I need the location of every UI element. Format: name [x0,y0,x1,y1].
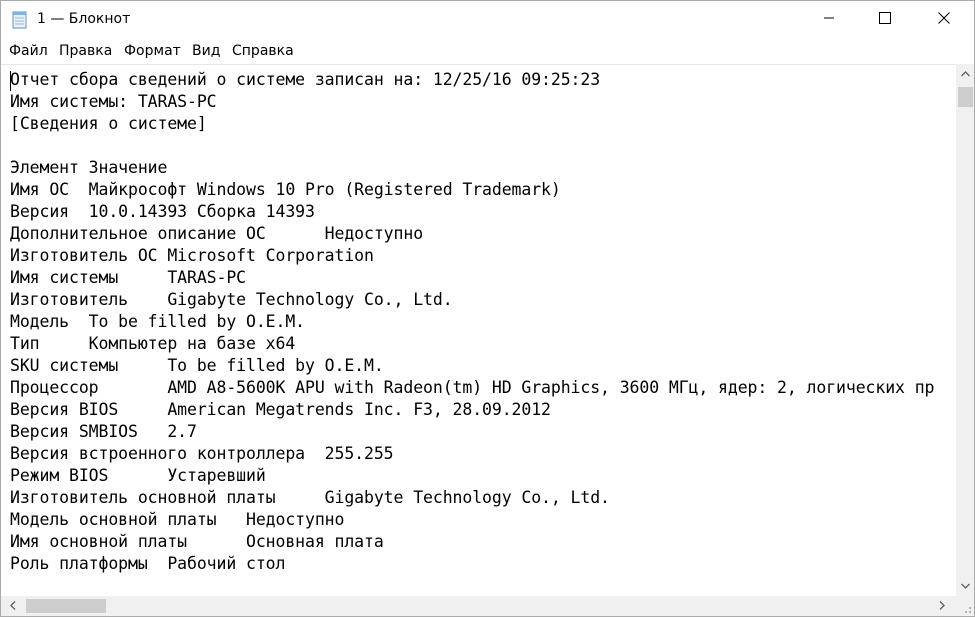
horizontal-scroll-thumb[interactable] [26,599,106,613]
notepad-window: 1 — Блокнот Файл Правка Формат Вид Справ… [0,0,975,617]
text-line: Изготовитель основной платы Gigabyte Tec… [10,488,610,507]
title-bar[interactable]: 1 — Блокнот [1,1,974,39]
text-line: Изготовитель ОС Microsoft Corporation [10,246,374,265]
resize-grip[interactable] [956,596,974,616]
scroll-down-arrow-icon [960,576,970,594]
horizontal-scrollbar[interactable] [1,596,956,616]
notepad-icon[interactable] [10,10,30,30]
text-line: Имя системы TARAS-PC [10,268,247,287]
menu-bar: Файл Правка Формат Вид Справка [1,39,974,63]
resize-grip-icon [965,607,971,613]
close-button[interactable] [921,1,967,39]
text-line: Имя системы: TARAS-PC [10,92,217,111]
text-line: [Сведения о системе] [10,114,207,133]
maximize-icon [879,11,891,29]
scroll-left-arrow-icon [9,597,16,615]
text-line: SKU системы To be filled by O.E.M. [10,356,384,375]
scroll-down-button[interactable] [956,576,974,593]
menu-item-help[interactable]: Справка [232,43,294,59]
text-line: Режим BIOS Устаревший [10,466,266,485]
text-line: Тип Компьютер на базе x64 [10,334,296,353]
scroll-right-arrow-icon [939,597,945,615]
text-line: Процессор AMD A8-5600K APU with Radeon(t… [10,378,935,397]
vertical-scroll-thumb[interactable] [958,87,973,107]
menu-item-format[interactable]: Формат [124,43,181,59]
window-title: 1 — Блокнот [37,11,131,27]
vertical-scrollbar[interactable] [956,64,974,596]
menu-item-edit[interactable]: Правка [59,43,112,59]
text-line: Изготовитель Gigabyte Technology Co., Lt… [10,290,453,309]
text-line: Дополнительное описание ОС Недоступно [10,224,424,243]
scroll-up-arrow-icon [960,64,970,82]
scroll-up-button[interactable] [956,64,974,81]
text-editor[interactable]: Отчет сбора сведений о системе записан н… [1,64,956,596]
text-line: Имя ОС Майкрософт Windows 10 Pro (Regist… [10,180,561,199]
scroll-left-button[interactable] [4,596,21,616]
text-line: Имя основной платы Основная плата [10,532,384,551]
maximize-button[interactable] [862,1,908,39]
text-line: Модель основной платы Недоступно [10,510,345,529]
text-line: Версия BIOS American Megatrends Inc. F3,… [10,400,551,419]
minimize-icon [823,11,835,29]
text-line: Версия встроенного контроллера 255.255 [10,444,394,463]
text-line: Модель To be filled by O.E.M. [10,312,306,331]
scroll-right-button[interactable] [933,596,950,616]
text-line: Версия SMBIOS 2.7 [10,422,197,441]
menu-item-file[interactable]: Файл [9,43,48,59]
menu-item-view[interactable]: Вид [192,43,220,59]
text-line: Отчет сбора сведений о системе записан н… [10,70,601,89]
text-line: Версия 10.0.14393 Сборка 14393 [10,202,315,221]
close-icon [938,11,950,29]
minimize-button[interactable] [806,1,852,39]
text-line: Элемент Значение [10,158,168,177]
text-line: Роль платформы Рабочий стол [10,554,286,573]
